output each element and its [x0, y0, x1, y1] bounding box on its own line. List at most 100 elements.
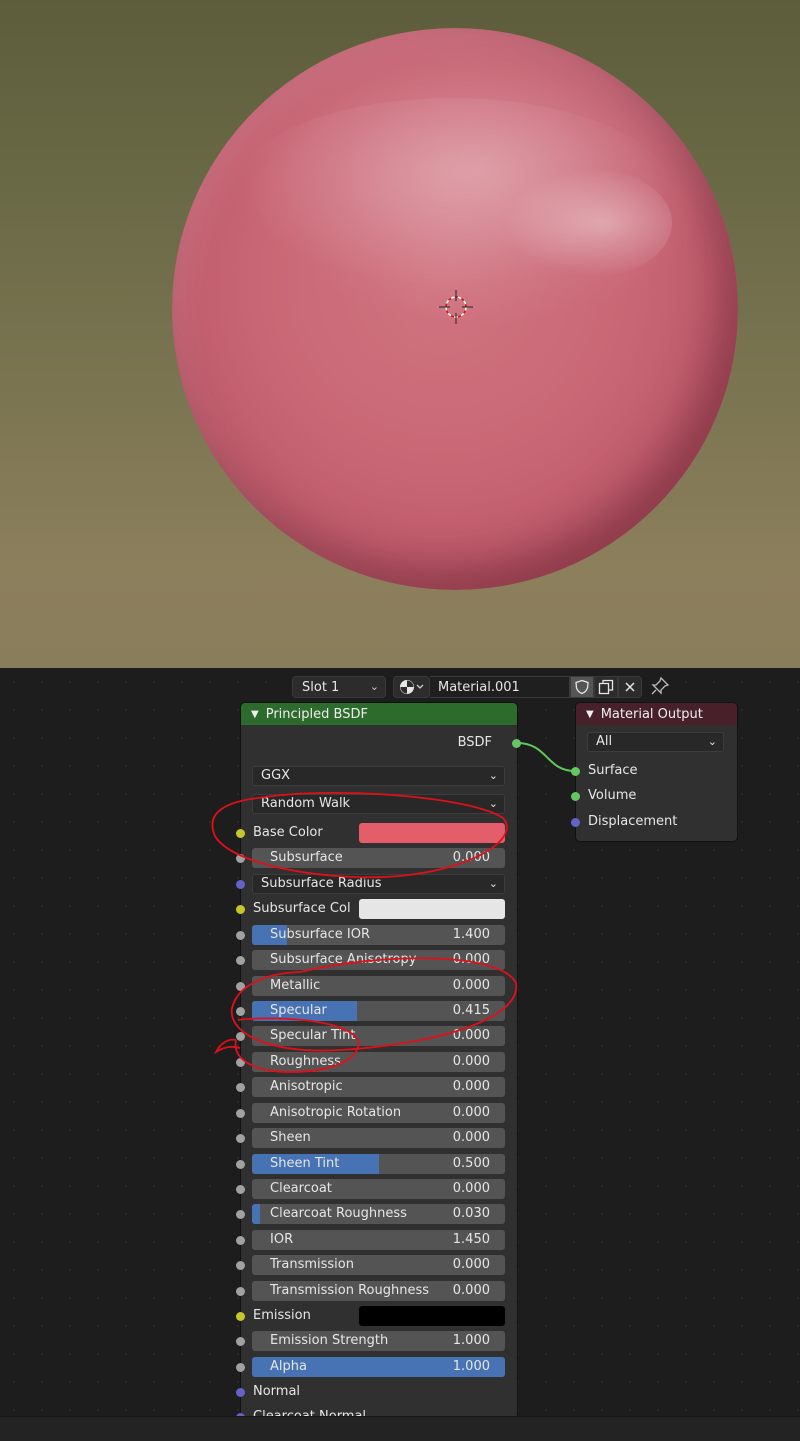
subsurface-ior-slider[interactable]: Subsurface IOR 1.400 [252, 925, 505, 945]
slider-label: Clearcoat Roughness [270, 1206, 407, 1221]
node-header[interactable]: ▼ Material Output [576, 703, 737, 725]
slider-label: Transmission Roughness [270, 1283, 430, 1298]
slider-label: Alpha [270, 1359, 307, 1374]
anisotropic-socket[interactable] [236, 1082, 245, 1092]
subsurface-color-socket[interactable] [236, 904, 245, 914]
node-header[interactable]: ▼ Principled BSDF [241, 703, 517, 725]
sheen-tint-slider[interactable]: Sheen Tint 0.500 [252, 1154, 505, 1174]
collapse-arrow-icon[interactable]: ▼ [251, 709, 259, 720]
transmission-socket[interactable] [236, 1260, 245, 1270]
ior-row: IOR 1.450 [236, 1229, 517, 1251]
subsurface-slider[interactable]: Subsurface 0.000 [252, 848, 505, 868]
sheen-tint-socket[interactable] [236, 1159, 245, 1169]
distribution-dropdown[interactable]: GGX ⌄ [252, 766, 505, 786]
emission-socket[interactable] [236, 1311, 245, 1321]
metallic-socket[interactable] [236, 981, 245, 991]
specular-socket[interactable] [236, 1006, 245, 1016]
clearcoat-roughness-socket[interactable] [236, 1209, 245, 1219]
collapse-arrow-icon[interactable]: ▼ [586, 709, 594, 720]
surface-socket[interactable] [571, 766, 580, 776]
specular-tint-socket[interactable] [236, 1031, 245, 1041]
slider-label: Clearcoat [270, 1181, 332, 1196]
specular-tint-row: Specular Tint 0.000 [236, 1025, 517, 1047]
sheen-slider[interactable]: Sheen 0.000 [252, 1128, 505, 1148]
3d-cursor-icon[interactable] [439, 290, 473, 324]
normal-row: Normal [236, 1381, 517, 1403]
pin-icon[interactable] [650, 676, 670, 696]
subsurface-color-label: Subsurface Col [253, 901, 351, 916]
node-title: Principled BSDF [265, 706, 368, 722]
fake-user-button[interactable] [570, 676, 594, 698]
alpha-slider[interactable]: Alpha 1.000 [252, 1357, 505, 1377]
ior-field[interactable]: IOR 1.450 [252, 1230, 505, 1250]
material-name-field[interactable]: Material.001 [430, 676, 570, 698]
material-browse-button[interactable] [393, 676, 430, 698]
subsurface-radius-dropdown[interactable]: Subsurface Radius ⌄ [252, 874, 505, 894]
slider-value: 1.450 [452, 1232, 490, 1247]
slider-value: 0.415 [452, 1003, 490, 1018]
slider-value: 0.000 [452, 1054, 490, 1069]
bsdf-output-socket[interactable] [512, 738, 521, 748]
slider-value: 1.400 [452, 927, 490, 942]
clearcoat-roughness-slider[interactable]: Clearcoat Roughness 0.030 [252, 1204, 505, 1224]
unlink-material-button[interactable] [618, 676, 642, 698]
subsurface-method-dropdown[interactable]: Random Walk ⌄ [252, 794, 505, 814]
slider-value: 0.000 [452, 1079, 490, 1094]
principled-bsdf-node[interactable]: ▼ Principled BSDF BSDF GGX ⌄ Random Walk… [236, 703, 521, 1424]
subsurface-color-swatch[interactable] [359, 899, 505, 919]
material-output-node[interactable]: ▼ Material Output All ⌄ Surface Volume D… [571, 703, 737, 841]
displacement-input-row: Displacement [571, 811, 737, 833]
surface-input-row: Surface [571, 760, 737, 782]
slider-value: 0.000 [452, 952, 490, 967]
anisotropic-rotation-slider[interactable]: Anisotropic Rotation 0.000 [252, 1103, 505, 1123]
roughness-socket[interactable] [236, 1057, 245, 1067]
subsurface-ior-row: Subsurface IOR 1.400 [236, 924, 517, 946]
subsurface-anisotropy-row: Subsurface Anisotropy 0.000 [236, 949, 517, 971]
emission-strength-field[interactable]: Emission Strength 1.000 [252, 1331, 505, 1351]
specular-tint-slider[interactable]: Specular Tint 0.000 [252, 1026, 505, 1046]
base-color-swatch[interactable] [359, 823, 505, 843]
clearcoat-socket[interactable] [236, 1184, 245, 1194]
metallic-row: Metallic 0.000 [236, 975, 517, 997]
transmission-roughness-socket[interactable] [236, 1286, 245, 1296]
slider-label: Anisotropic [270, 1079, 343, 1094]
base-color-socket[interactable] [236, 828, 245, 838]
displacement-socket[interactable] [571, 817, 580, 827]
emission-strength-socket[interactable] [236, 1336, 245, 1346]
ior-socket[interactable] [236, 1235, 245, 1245]
subsurface-row: Subsurface 0.000 [236, 847, 517, 869]
distribution-row: GGX ⌄ [241, 765, 517, 787]
subsurface-anisotropy-socket[interactable] [236, 955, 245, 965]
shader-node-editor[interactable]: Slot 1 ⌄ Material.001 ▼ Principled BSDF … [0, 668, 800, 1441]
specular-slider[interactable]: Specular 0.415 [252, 1001, 505, 1021]
subsurface-method-value: Random Walk [261, 796, 351, 811]
slot-dropdown[interactable]: Slot 1 ⌄ [292, 676, 386, 698]
3d-viewport[interactable] [0, 0, 800, 668]
subsurface-socket[interactable] [236, 853, 245, 863]
emission-color-swatch[interactable] [359, 1306, 505, 1326]
alpha-row: Alpha 1.000 [236, 1356, 517, 1378]
transmission-row: Transmission 0.000 [236, 1254, 517, 1276]
volume-socket[interactable] [571, 791, 580, 801]
clearcoat-slider[interactable]: Clearcoat 0.000 [252, 1179, 505, 1199]
subsurface-anisotropy-slider[interactable]: Subsurface Anisotropy 0.000 [252, 950, 505, 970]
slider-label: Subsurface Anisotropy [270, 952, 417, 967]
chevron-down-icon: ⌄ [369, 680, 379, 693]
metallic-slider[interactable]: Metallic 0.000 [252, 976, 505, 996]
copy-icon [598, 679, 614, 695]
transmission-roughness-slider[interactable]: Transmission Roughness 0.000 [252, 1281, 505, 1301]
chevron-down-icon: ⌄ [488, 797, 498, 810]
anisotropic-slider[interactable]: Anisotropic 0.000 [252, 1077, 505, 1097]
highlight-reflection [502, 168, 672, 278]
transmission-slider[interactable]: Transmission 0.000 [252, 1255, 505, 1275]
subsurface-radius-socket[interactable] [236, 879, 245, 889]
alpha-socket[interactable] [236, 1362, 245, 1372]
roughness-slider[interactable]: Roughness 0.000 [252, 1052, 505, 1072]
normal-socket[interactable] [236, 1387, 245, 1397]
anisotropic-rotation-socket[interactable] [236, 1108, 245, 1118]
target-dropdown[interactable]: All ⌄ [587, 732, 724, 752]
subsurface-ior-socket[interactable] [236, 930, 245, 940]
new-material-button[interactable] [594, 676, 618, 698]
sheen-socket[interactable] [236, 1133, 245, 1143]
specular-row: Specular 0.415 [236, 1000, 517, 1022]
